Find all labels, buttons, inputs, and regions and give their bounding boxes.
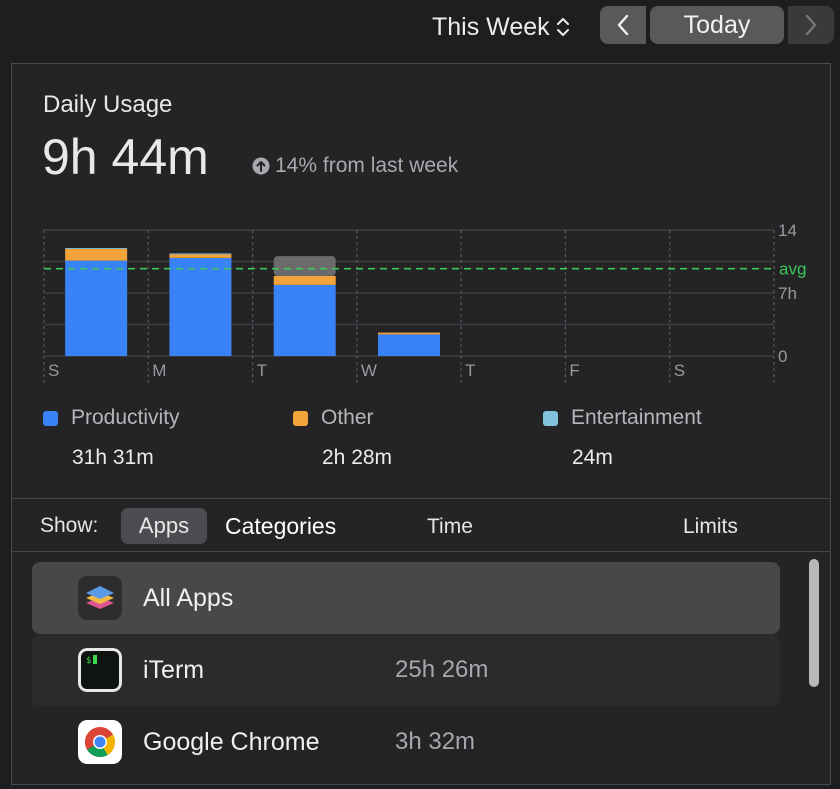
scrollbar[interactable]	[808, 559, 822, 789]
apps-segment-label: Apps	[138, 513, 190, 538]
legend-label: Other	[321, 406, 374, 429]
chrome-icon	[78, 720, 122, 764]
bar-segment-entertainment	[169, 253, 232, 255]
app-name: iTerm	[143, 655, 205, 684]
all-apps-stack-icon	[78, 576, 122, 620]
app-row-google-chrome[interactable]: Google Chrome 3h 32m	[32, 706, 780, 778]
legend-swatch	[43, 410, 58, 426]
today-label: Today	[683, 10, 751, 39]
today-button[interactable]: Today	[650, 6, 784, 44]
y-tick-label: 0	[778, 347, 787, 366]
bar-segment-other	[273, 275, 336, 285]
bar-segment-productivity	[65, 260, 128, 356]
weekly-change-text: 14% from last week	[275, 154, 459, 177]
weekly-change: 14% from last week	[252, 154, 458, 178]
y-tick-label: 7h	[778, 284, 797, 303]
y-tick-label: 14	[778, 221, 797, 240]
divider	[12, 551, 830, 552]
date-navigation: Today	[600, 6, 834, 44]
x-tick-label: M	[152, 361, 166, 380]
period-selector[interactable]: This Week	[432, 10, 570, 44]
app-time: 25h 26m	[395, 656, 489, 683]
period-label: This Week	[432, 12, 550, 41]
up-down-chevron-icon	[556, 18, 569, 36]
bar-segment-selected	[273, 256, 336, 276]
bar-segment-productivity	[273, 284, 336, 356]
bar-segment-other	[65, 248, 128, 261]
limits-column-header[interactable]: Limits	[683, 515, 738, 539]
legend-item: Productivity 31h 31m	[43, 406, 180, 470]
time-column-header[interactable]: Time	[427, 515, 473, 539]
app-row-all-apps[interactable]: All Apps	[32, 562, 780, 634]
legend-label: Entertainment	[571, 406, 702, 429]
daily-usage-total: 9h 44m	[42, 129, 209, 185]
x-tick-label: S	[674, 361, 685, 380]
legend-swatch	[293, 410, 308, 426]
next-week-button[interactable]	[788, 6, 834, 44]
legend-row: Productivity	[43, 406, 180, 430]
show-bar: Show: Apps Categories Time Limits	[12, 500, 830, 552]
daily-usage-title: Daily Usage	[43, 91, 173, 118]
legend-row: Other	[293, 406, 392, 430]
usage-bar-chart: avg 14 7h 0 S M T W T F S	[40, 220, 830, 392]
x-tick-label: T	[257, 361, 267, 380]
x-tick-label: S	[48, 361, 59, 380]
app-row-iterm[interactable]: $ iTerm 25h 26m	[32, 634, 780, 706]
legend-item: Entertainment 24m	[543, 406, 702, 470]
usage-panel: Daily Usage 9h 44m 14% from last week av…	[11, 63, 831, 785]
legend-label: Productivity	[71, 406, 180, 429]
legend-item: Other 2h 28m	[293, 406, 392, 470]
apps-segment-button[interactable]: Apps	[121, 508, 207, 544]
legend-value: 2h 28m	[322, 446, 393, 469]
app-time: 3h 32m	[395, 728, 476, 755]
bar-segment-other	[378, 332, 440, 335]
legend-row: Entertainment	[543, 406, 702, 430]
legend-swatch	[543, 410, 558, 426]
svg-text:$: $	[86, 656, 91, 666]
average-label: avg	[779, 260, 806, 279]
legend-value: 31h 31m	[72, 446, 154, 469]
divider	[12, 498, 830, 499]
legend-value: 24m	[572, 446, 613, 469]
bar-segment-productivity	[169, 257, 232, 356]
scrollbar-thumb[interactable]	[809, 559, 819, 687]
show-label: Show:	[40, 514, 99, 537]
chart-svg: avg 14 7h 0 S M T W T F S	[43, 221, 806, 392]
x-tick-label: F	[569, 361, 579, 380]
bar-segment-other	[169, 254, 232, 258]
categories-segment-button[interactable]: Categories	[225, 513, 336, 540]
arrow-up-circle-icon	[252, 157, 270, 175]
chevron-right-icon	[805, 14, 817, 36]
chevron-left-icon	[617, 14, 629, 36]
x-tick-label: W	[361, 361, 377, 380]
app-name: All Apps	[143, 583, 234, 612]
bar-segment-entertainment	[65, 248, 128, 249]
x-tick-label: T	[465, 361, 475, 380]
bar-segment-productivity	[378, 334, 440, 356]
app-name: Google Chrome	[143, 727, 320, 756]
iterm-icon: $	[78, 648, 122, 692]
previous-week-button[interactable]	[600, 6, 646, 44]
